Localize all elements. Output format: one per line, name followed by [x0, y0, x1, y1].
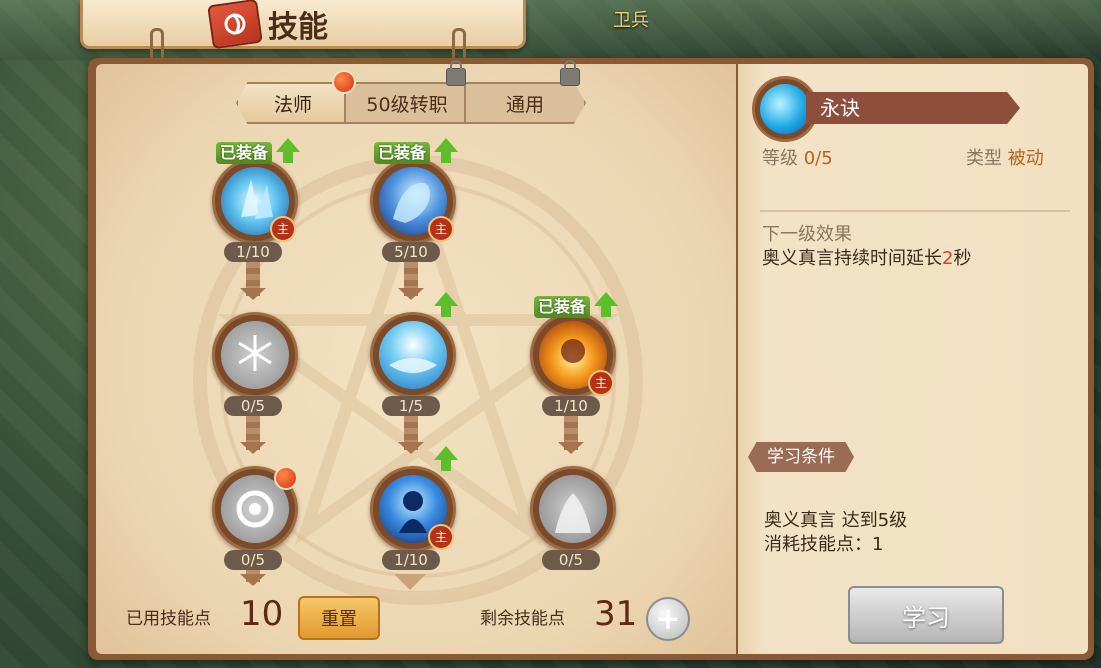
skill-node-spiral-rune[interactable]: 0/5 — [212, 450, 298, 580]
main-skill-badge: 主 — [428, 216, 454, 242]
main-skill-badge: 主 — [428, 524, 454, 550]
main-skill-badge: 主 — [270, 216, 296, 242]
learn-button-label: 学习 — [902, 603, 950, 632]
next-level-effect: 奥义真言持续时间延长2秒 — [762, 244, 971, 270]
skill-level: 1/10 — [224, 242, 282, 262]
effect-text: 奥义真言持续时间延长 — [762, 248, 942, 269]
upgrade-arrow-icon — [276, 138, 300, 163]
level-label: 等级 — [762, 148, 798, 169]
upgrade-arrow-icon — [434, 292, 458, 317]
eruption-icon — [539, 475, 607, 543]
tab-label: 通用 — [505, 93, 544, 116]
remaining-points-label: 剩余技能点 — [480, 609, 565, 629]
tab-label: 50级转职 — [366, 93, 448, 116]
upgrade-arrow-icon — [434, 138, 458, 163]
remaining-points-value: 31 — [594, 594, 638, 634]
skill-level: 0/5 — [542, 550, 600, 570]
skill-name: 永诀 — [806, 92, 1020, 124]
tab-label: 法师 — [273, 93, 312, 116]
skill-node-blue-mage[interactable]: 主 1/10 — [370, 446, 458, 580]
plus-icon: + — [655, 601, 681, 637]
character-name: 卫兵 — [613, 10, 649, 31]
requirement-level: 奥义真言 达到5级 — [764, 510, 908, 531]
skill-level: 0/5 — [224, 550, 282, 570]
skill-node-snowflake[interactable]: 0/5 — [212, 296, 298, 426]
tab-class-change[interactable]: 50级转职 — [344, 82, 470, 124]
equipped-badge: 已装备 — [216, 142, 273, 164]
skill-frame — [212, 312, 298, 398]
skill-type-stat: 类型 被动 — [966, 144, 1044, 170]
upgrade-arrow-icon — [434, 446, 458, 471]
used-points-label: 已用技能点 — [126, 609, 211, 629]
requirements-tag: 学习条件 — [748, 442, 854, 472]
type-value: 被动 — [1007, 148, 1044, 169]
level-value: 0/5 — [803, 148, 833, 169]
skill-node-eruption[interactable]: 0/5 — [530, 450, 616, 580]
effect-unit: 秒 — [953, 248, 972, 269]
reset-button-label: 重置 — [321, 609, 357, 630]
requirement-cost: 消耗技能点：1 — [764, 534, 884, 555]
scroll-down-icon[interactable] — [394, 574, 426, 590]
skill-level-stat: 等级 0/5 — [762, 144, 833, 170]
type-label: 类型 — [966, 148, 1002, 169]
skill-level: 1/10 — [542, 396, 600, 416]
skill-node-light-wave[interactable]: 1/5 — [370, 292, 458, 426]
lock-icon — [560, 60, 580, 86]
notification-dot — [274, 466, 298, 490]
skill-level: 1/10 — [382, 550, 440, 570]
equipped-badge: 已装备 — [374, 142, 431, 164]
learn-button[interactable]: 学习 — [848, 586, 1004, 644]
skill-level: 5/10 — [382, 242, 440, 262]
used-points-value: 10 — [240, 594, 284, 634]
equipped-badge: 已装备 — [534, 296, 591, 318]
light-wave-icon — [379, 321, 447, 389]
divider — [760, 210, 1070, 212]
spiral-frost-icon — [760, 84, 810, 134]
notification-dot — [332, 70, 356, 94]
reset-button[interactable]: 重置 — [298, 596, 380, 640]
lock-icon — [446, 60, 466, 86]
next-level-title: 下一级效果 — [762, 224, 852, 245]
skill-book-icon — [207, 0, 263, 50]
upgrade-arrow-icon — [594, 292, 618, 317]
skill-level: 0/5 — [224, 396, 282, 416]
tab-common[interactable]: 通用 — [464, 82, 586, 124]
skill-frame — [530, 466, 616, 552]
snowflake-icon — [221, 321, 289, 389]
main-skill-badge: 主 — [588, 370, 614, 396]
class-tabs: 法师 50级转职 通用 — [236, 60, 586, 124]
skill-level: 1/5 — [382, 396, 440, 416]
effect-number: 2 — [942, 248, 954, 269]
skill-node-water-hand[interactable]: 已装备 主 5/10 — [370, 138, 458, 272]
page-title: 技能 — [268, 10, 328, 45]
add-points-button[interactable]: + — [646, 597, 690, 641]
skill-node-ice-shard[interactable]: 已装备 主 1/10 — [212, 138, 300, 272]
skill-frame — [370, 312, 456, 398]
skill-node-fire-burst[interactable]: 已装备 主 1/10 — [530, 292, 618, 426]
